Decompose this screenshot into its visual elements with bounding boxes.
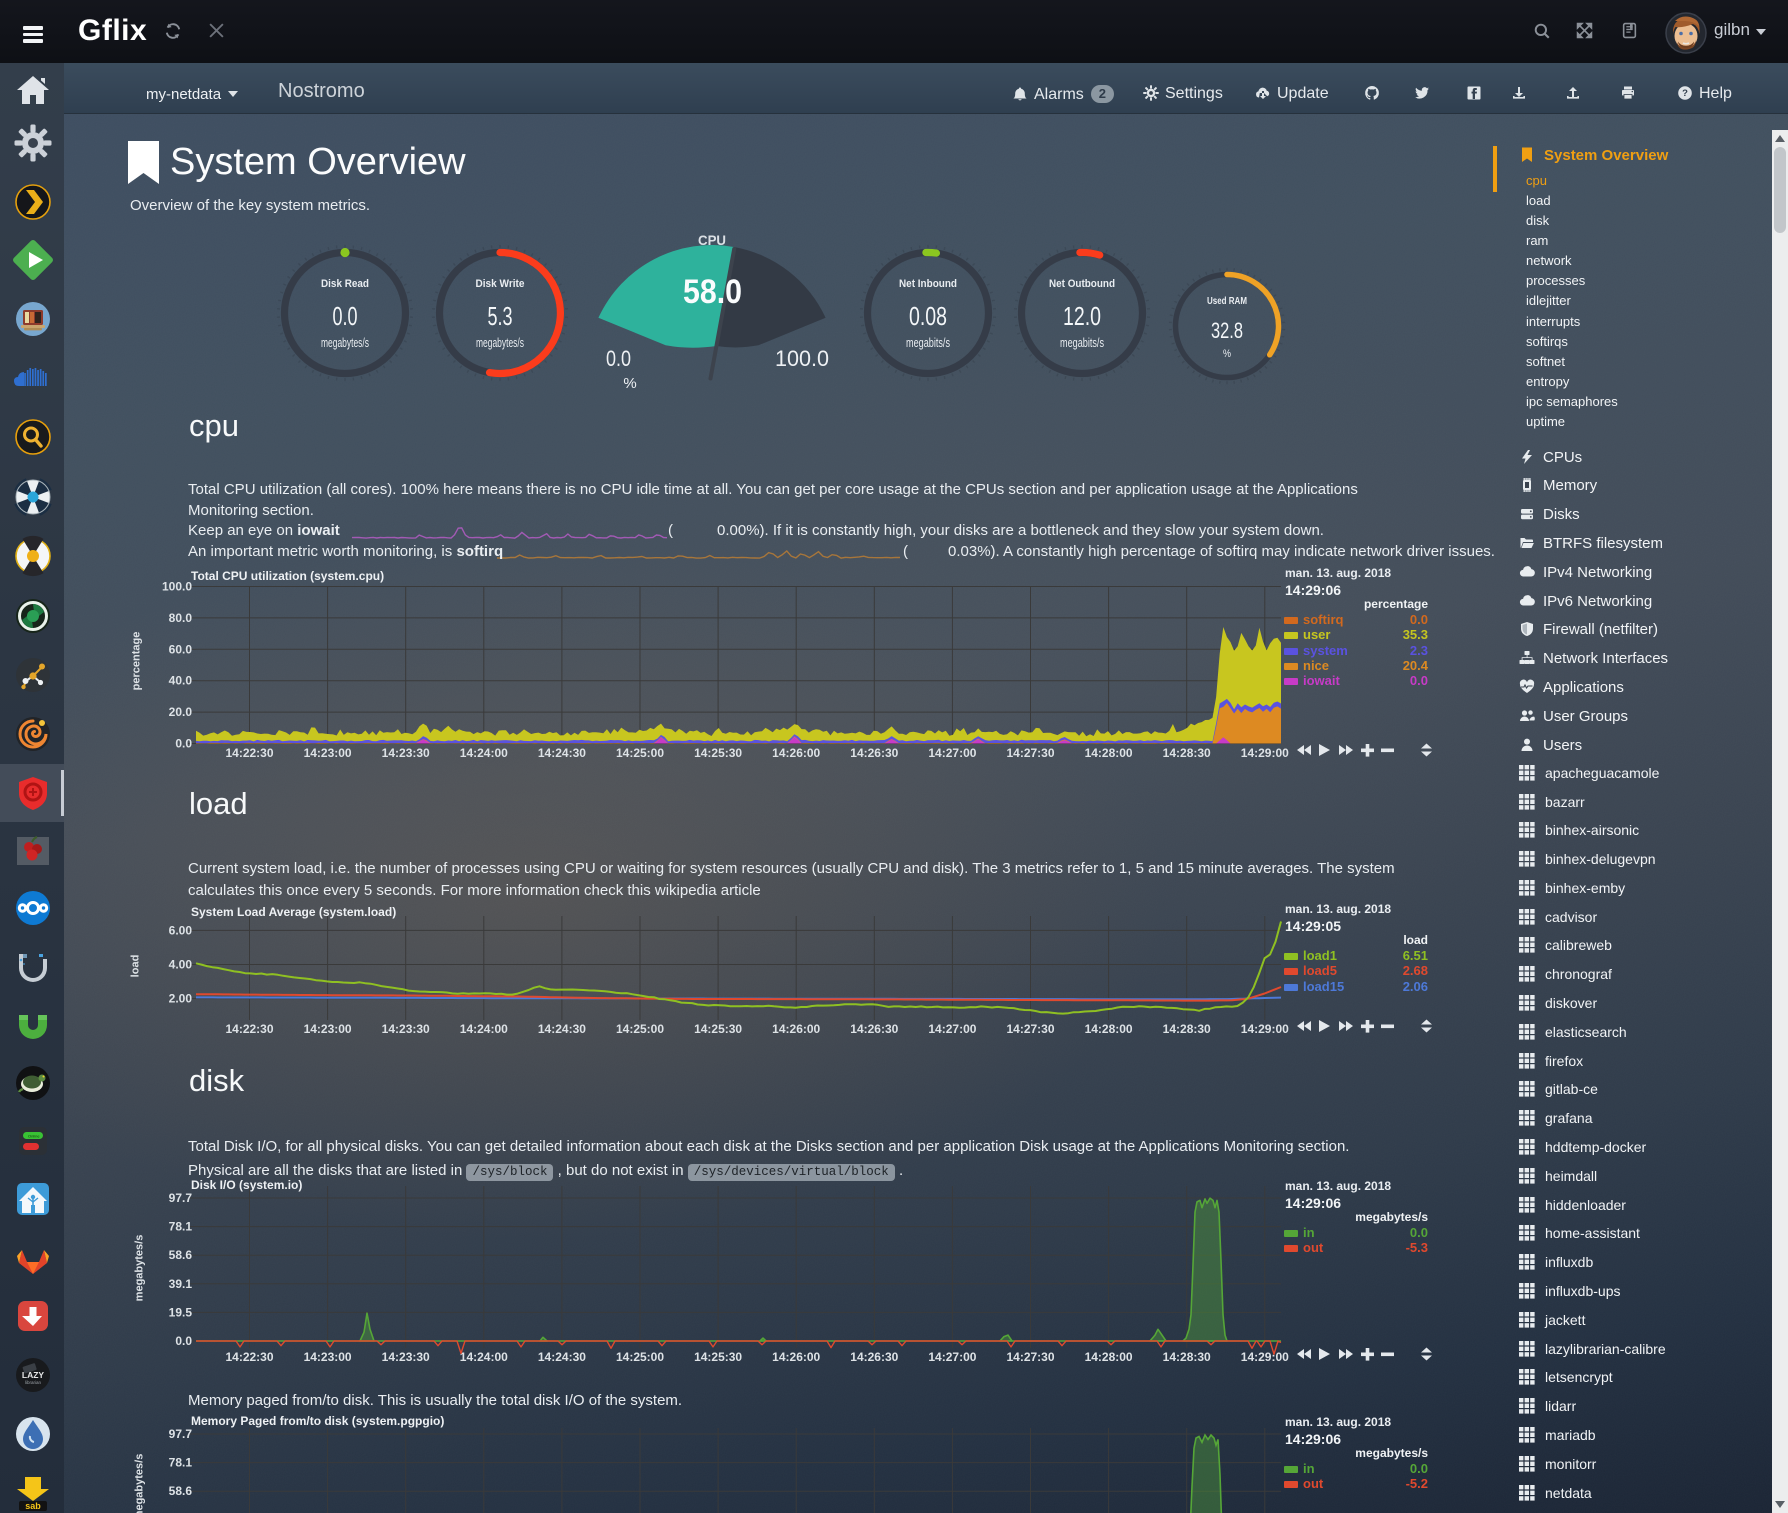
svg-text:14:22:30: 14:22:30 [225,1022,273,1036]
svg-text:14:24:00: 14:24:00 [460,746,508,760]
svg-text:58.0: 58.0 [683,273,742,311]
svg-text:78.1: 78.1 [169,1456,193,1470]
svg-text:78.1: 78.1 [169,1220,193,1234]
svg-text:14:24:00: 14:24:00 [460,1350,508,1364]
svg-text:14:26:00: 14:26:00 [772,746,820,760]
svg-text:0.0: 0.0 [175,737,192,751]
svg-text:Net Outbound: Net Outbound [1049,278,1115,290]
svg-text:Disk Write: Disk Write [476,278,525,290]
svg-text:Used RAM: Used RAM [1207,295,1247,307]
svg-text:14:27:00: 14:27:00 [928,1022,976,1036]
svg-text:2.00: 2.00 [169,992,193,1006]
svg-text:14:27:30: 14:27:30 [1006,1350,1054,1364]
svg-text:Online: Online [28,1134,40,1139]
svg-text:Net Inbound: Net Inbound [899,278,957,290]
svg-text:6.00: 6.00 [169,923,193,937]
svg-text:14:26:30: 14:26:30 [850,1022,898,1036]
svg-text:sab: sab [25,1501,41,1511]
svg-text:14:29:00: 14:29:00 [1241,746,1289,760]
svg-text:14:28:00: 14:28:00 [1085,1350,1133,1364]
svg-text:100.0: 100.0 [775,346,829,371]
svg-text:librarian: librarian [25,1380,42,1385]
svg-text:12.0: 12.0 [1063,301,1101,331]
svg-text:14:28:30: 14:28:30 [1163,746,1211,760]
svg-text:0.0: 0.0 [606,346,631,371]
svg-text:14:28:30: 14:28:30 [1163,1022,1211,1036]
svg-text:14:23:30: 14:23:30 [382,1350,430,1364]
svg-text:14:24:30: 14:24:30 [538,746,586,760]
svg-text:14:28:30: 14:28:30 [1163,1350,1211,1364]
svg-text:14:26:00: 14:26:00 [772,1022,820,1036]
svg-text:megabytes/s: megabytes/s [476,335,524,350]
svg-text:14:25:00: 14:25:00 [616,1022,664,1036]
svg-text:0.0: 0.0 [175,1334,192,1348]
svg-text:14:23:00: 14:23:00 [304,746,352,760]
svg-text:0.08: 0.08 [909,301,947,331]
svg-text:60.0: 60.0 [169,642,193,656]
svg-text:19.5: 19.5 [169,1305,193,1319]
svg-text:14:26:30: 14:26:30 [850,1350,898,1364]
svg-text:97.7: 97.7 [169,1427,193,1441]
svg-text:14:23:30: 14:23:30 [382,1022,430,1036]
svg-text:megabits/s: megabits/s [906,335,950,350]
svg-text:0.0: 0.0 [333,301,358,331]
svg-text:14:23:00: 14:23:00 [304,1350,352,1364]
svg-text:80.0: 80.0 [169,611,193,625]
svg-text:%: % [1223,348,1231,360]
svg-text:Disk Read: Disk Read [321,278,369,290]
svg-text:?: ? [1682,88,1688,99]
svg-text:14:22:30: 14:22:30 [225,1350,273,1364]
svg-text:14:26:30: 14:26:30 [850,746,898,760]
svg-text:14:29:00: 14:29:00 [1241,1350,1289,1364]
svg-text:14:25:30: 14:25:30 [694,1350,742,1364]
svg-text:14:28:00: 14:28:00 [1085,1022,1133,1036]
svg-text:14:24:30: 14:24:30 [538,1022,586,1036]
svg-text:%: % [623,375,636,392]
svg-text:14:23:00: 14:23:00 [304,1022,352,1036]
svg-text:58.6: 58.6 [169,1484,193,1498]
svg-text:14:24:30: 14:24:30 [538,1350,586,1364]
svg-text:14:24:00: 14:24:00 [460,1022,508,1036]
svg-text:97.7: 97.7 [169,1191,193,1205]
svg-text:CPU: CPU [698,232,726,248]
svg-text:14:28:00: 14:28:00 [1085,746,1133,760]
svg-text:14:23:30: 14:23:30 [382,746,430,760]
svg-text:14:27:00: 14:27:00 [928,1350,976,1364]
svg-text:14:26:00: 14:26:00 [772,1350,820,1364]
svg-text:14:25:00: 14:25:00 [616,1350,664,1364]
svg-text:14:22:30: 14:22:30 [225,746,273,760]
svg-text:14:29:00: 14:29:00 [1241,1022,1289,1036]
svg-text:14:27:00: 14:27:00 [928,746,976,760]
svg-text:4.00: 4.00 [169,958,193,972]
svg-text:14:25:00: 14:25:00 [616,746,664,760]
svg-text:32.8: 32.8 [1211,318,1243,343]
svg-text:megabytes/s: megabytes/s [321,335,369,350]
svg-text:39.1: 39.1 [169,1277,193,1291]
svg-text:14:27:30: 14:27:30 [1006,746,1054,760]
svg-text:58.6: 58.6 [169,1248,193,1262]
svg-text:megabits/s: megabits/s [1060,335,1104,350]
svg-text:100.0: 100.0 [162,580,192,594]
svg-text:LAZY: LAZY [22,1370,45,1380]
svg-text:40.0: 40.0 [169,674,193,688]
svg-text:5.3: 5.3 [488,301,513,331]
svg-text:14:25:30: 14:25:30 [694,1022,742,1036]
svg-text:14:27:30: 14:27:30 [1006,1022,1054,1036]
svg-text:20.0: 20.0 [169,705,193,719]
svg-text:14:25:30: 14:25:30 [694,746,742,760]
